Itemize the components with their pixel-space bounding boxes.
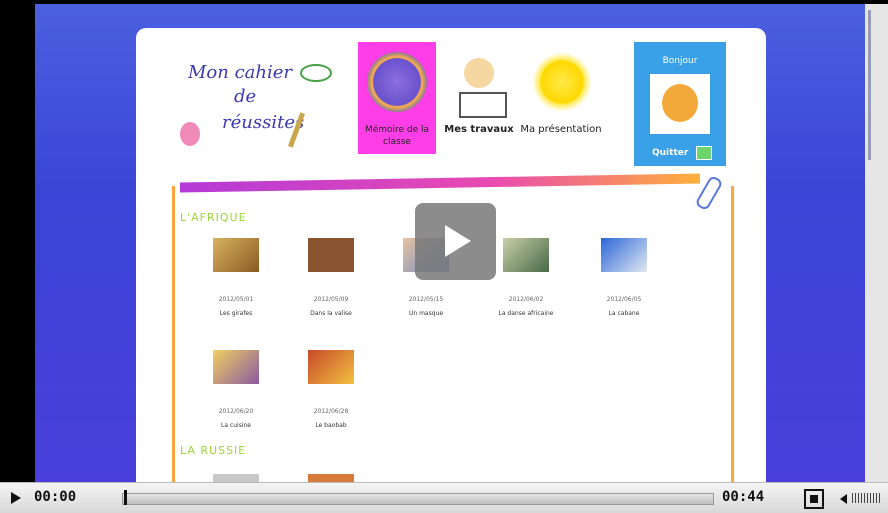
current-time: 00:00 bbox=[34, 489, 77, 505]
nav-tile-label: Mémoire de la classe bbox=[364, 125, 430, 147]
volume-level[interactable] bbox=[852, 493, 882, 503]
user-panel: Bonjour Quitter bbox=[634, 42, 726, 166]
nav-tile-label: Ma présentation bbox=[520, 124, 602, 135]
seek-bar[interactable] bbox=[122, 493, 714, 505]
class-circle-icon bbox=[367, 52, 427, 112]
item-caption: Un masque bbox=[408, 310, 444, 317]
fullscreen-icon[interactable] bbox=[804, 489, 824, 509]
speaker-icon bbox=[840, 494, 847, 504]
section-title-afrique: L'AFRIQUE bbox=[180, 211, 247, 224]
photo-thumbnail[interactable] bbox=[213, 350, 259, 384]
item-caption: Dans la valise bbox=[310, 310, 352, 317]
photo-thumbnail[interactable] bbox=[308, 350, 354, 384]
item-caption: Les girafes bbox=[219, 310, 253, 317]
item-date: 2012/05/09 bbox=[313, 296, 349, 303]
seek-handle[interactable] bbox=[124, 490, 127, 505]
gallery-item[interactable]: 2012/05/09 Dans la valise bbox=[286, 238, 376, 317]
photo-thumbnail[interactable] bbox=[308, 474, 354, 482]
gallery-item[interactable]: 2012/06/28 Le baobab bbox=[286, 350, 376, 429]
user-greeting: Bonjour bbox=[662, 56, 698, 66]
photo-thumbnail[interactable] bbox=[601, 238, 647, 272]
gallery-item[interactable] bbox=[191, 474, 281, 482]
nav-tile-memoire-classe[interactable]: Mémoire de la classe bbox=[358, 42, 436, 154]
photo-thumbnail[interactable] bbox=[503, 238, 549, 272]
logo-swirl-icon bbox=[300, 64, 332, 82]
item-date: 2012/05/01 bbox=[218, 296, 254, 303]
nav-tile-label: Mes travaux bbox=[444, 124, 514, 135]
video-frame: Mon cahier de réussites Mémoire de la cl… bbox=[0, 0, 888, 482]
logo-eraser-icon bbox=[180, 122, 200, 146]
item-date: 2012/06/20 bbox=[218, 408, 254, 415]
logo-line-3: réussites bbox=[222, 112, 305, 133]
avatar-frame bbox=[650, 74, 710, 134]
play-overlay-icon[interactable] bbox=[415, 203, 496, 280]
volume-icon[interactable] bbox=[840, 491, 884, 505]
gallery-item[interactable] bbox=[286, 474, 376, 482]
item-caption: La cabane bbox=[608, 310, 640, 317]
exit-icon[interactable] bbox=[696, 146, 712, 160]
logo-line-1: Mon cahier bbox=[188, 62, 293, 83]
item-date: 2012/06/05 bbox=[606, 296, 642, 303]
gallery-item[interactable]: 2012/05/01 Les girafes bbox=[191, 238, 281, 317]
photo-thumbnail[interactable] bbox=[213, 474, 259, 482]
total-time: 00:44 bbox=[722, 489, 765, 505]
site-logo[interactable]: Mon cahier de réussites bbox=[176, 56, 336, 156]
item-date: 2012/06/28 bbox=[313, 408, 349, 415]
sun-icon bbox=[532, 52, 592, 112]
gallery-item[interactable]: 2012/06/20 La cuisine bbox=[191, 350, 281, 429]
scrollbar-thumb[interactable] bbox=[868, 10, 871, 160]
player-controls: 00:00 00:44 bbox=[0, 482, 888, 513]
nav-tile-mes-travaux[interactable]: Mes travaux bbox=[440, 42, 518, 154]
item-caption: La cuisine bbox=[221, 422, 251, 429]
play-icon[interactable] bbox=[11, 492, 21, 504]
section-title-russie: LA RUSSIE bbox=[180, 444, 247, 457]
nav-tile-ma-presentation[interactable]: Ma présentation bbox=[516, 42, 606, 154]
photo-thumbnail[interactable] bbox=[308, 238, 354, 272]
avatar bbox=[662, 84, 698, 122]
item-date: 2012/06/02 bbox=[508, 296, 544, 303]
child-drawing-icon bbox=[449, 52, 509, 118]
photo-thumbnail[interactable] bbox=[213, 238, 259, 272]
logo-line-2: de bbox=[234, 86, 257, 107]
quit-button[interactable]: Quitter bbox=[652, 148, 688, 158]
scrollbar[interactable] bbox=[865, 4, 888, 482]
item-caption: La danse africaine bbox=[498, 310, 554, 317]
item-date: 2012/05/15 bbox=[408, 296, 444, 303]
item-caption: Le baobab bbox=[315, 422, 347, 429]
gallery-item[interactable]: 2012/06/05 La cabane bbox=[579, 238, 669, 317]
